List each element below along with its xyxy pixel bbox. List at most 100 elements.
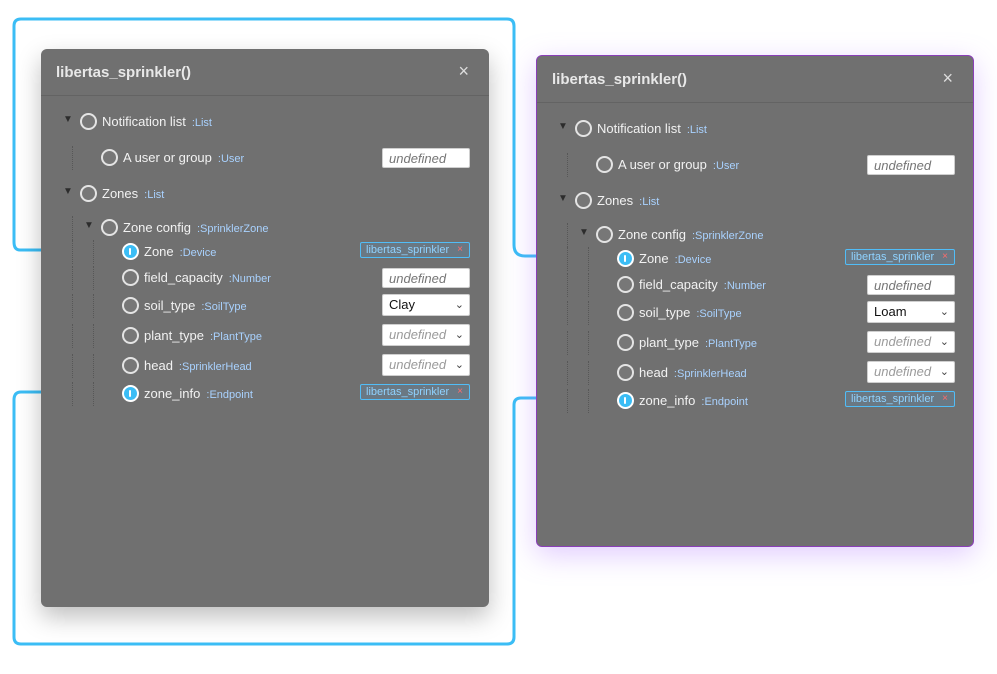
input-port[interactable] bbox=[122, 269, 139, 286]
device-chip[interactable]: libertas_sprinkler × bbox=[360, 242, 470, 258]
tree-guide bbox=[567, 389, 568, 413]
collapse-arrow-icon[interactable]: ▼ bbox=[63, 114, 73, 125]
input-port[interactable] bbox=[122, 357, 139, 374]
collapse-arrow-icon[interactable]: ▼ bbox=[63, 186, 73, 197]
remove-icon[interactable]: × bbox=[942, 392, 948, 406]
plant-type-select[interactable]: undefined ⌄ bbox=[382, 324, 470, 346]
type-label: :Device bbox=[674, 254, 712, 266]
tree-guide bbox=[72, 216, 73, 240]
close-icon[interactable]: × bbox=[942, 69, 953, 87]
input-port[interactable] bbox=[617, 334, 634, 351]
collapse-arrow-icon[interactable]: ▼ bbox=[579, 227, 589, 238]
type-label: :SprinklerHead bbox=[178, 361, 252, 373]
row-soil-type: soil_type:SoilType Clay ⌄ bbox=[41, 294, 489, 318]
row-zones: ▼ Zones:List bbox=[41, 182, 489, 206]
node-title: libertas_sprinkler() bbox=[552, 71, 688, 88]
type-label: :PlantType bbox=[210, 331, 262, 343]
input-port[interactable] bbox=[575, 120, 592, 137]
param-label: Notification list:List bbox=[597, 121, 707, 136]
remove-icon[interactable]: × bbox=[457, 385, 463, 399]
tree-guide bbox=[567, 273, 568, 297]
param-label: Zone config:SprinklerZone bbox=[123, 220, 269, 235]
row-notification-list: ▼ Notification list:List bbox=[537, 117, 973, 141]
soil-type-select[interactable]: Loam ⌄ bbox=[867, 301, 955, 323]
collapse-arrow-icon[interactable]: ▼ bbox=[84, 220, 94, 231]
row-head: head:SprinklerHead undefined ⌄ bbox=[41, 354, 489, 378]
endpoint-chip[interactable]: libertas_sprinkler × bbox=[360, 384, 470, 400]
row-head: head:SprinklerHead undefined ⌄ bbox=[537, 361, 973, 385]
input-port-connected[interactable] bbox=[122, 243, 139, 260]
endpoint-chip[interactable]: libertas_sprinkler × bbox=[845, 391, 955, 407]
head-select[interactable]: undefined ⌄ bbox=[867, 361, 955, 383]
input-port[interactable] bbox=[575, 192, 592, 209]
type-label: :Number bbox=[723, 280, 766, 292]
param-label: plant_type:PlantType bbox=[144, 328, 262, 343]
param-label: head:SprinklerHead bbox=[144, 358, 252, 373]
tree-guide bbox=[93, 266, 94, 290]
input-port[interactable] bbox=[596, 156, 613, 173]
remove-icon[interactable]: × bbox=[457, 243, 463, 257]
tree-guide bbox=[72, 294, 73, 318]
input-port[interactable] bbox=[80, 185, 97, 202]
chevron-down-icon: ⌄ bbox=[454, 329, 464, 341]
plant-type-select[interactable]: undefined ⌄ bbox=[867, 331, 955, 353]
input-port[interactable] bbox=[101, 219, 118, 236]
input-port[interactable] bbox=[617, 364, 634, 381]
row-zone-config: ▼ Zone config:SprinklerZone bbox=[537, 223, 973, 247]
tree-guide bbox=[72, 146, 73, 170]
tree-guide bbox=[588, 247, 589, 271]
type-label: :Device bbox=[179, 247, 217, 259]
input-port-connected[interactable] bbox=[617, 250, 634, 267]
param-label: Zone:Device bbox=[144, 244, 217, 259]
param-label: A user or group:User bbox=[618, 157, 740, 172]
soil-type-select[interactable]: Clay ⌄ bbox=[382, 294, 470, 316]
param-label: zone_info:Endpoint bbox=[639, 393, 748, 408]
type-label: :SprinklerZone bbox=[196, 223, 269, 235]
input-port-connected[interactable] bbox=[617, 392, 634, 409]
input-port[interactable] bbox=[617, 276, 634, 293]
input-port[interactable] bbox=[80, 113, 97, 130]
input-port[interactable] bbox=[122, 297, 139, 314]
type-label: :User bbox=[712, 160, 740, 172]
row-plant-type: plant_type:PlantType undefined ⌄ bbox=[537, 331, 973, 355]
row-user: A user or group:User bbox=[41, 146, 489, 170]
chevron-down-icon: ⌄ bbox=[454, 359, 464, 371]
input-port[interactable] bbox=[122, 327, 139, 344]
type-label: :SoilType bbox=[201, 301, 247, 313]
input-port-connected[interactable] bbox=[122, 385, 139, 402]
device-chip[interactable]: libertas_sprinkler × bbox=[845, 249, 955, 265]
user-input[interactable] bbox=[867, 155, 955, 175]
input-port[interactable] bbox=[596, 226, 613, 243]
tree-guide bbox=[72, 240, 73, 264]
tree-guide bbox=[93, 240, 94, 264]
type-label: :PlantType bbox=[705, 338, 757, 350]
param-label: field_capacity:Number bbox=[639, 277, 766, 292]
node-header[interactable]: libertas_sprinkler() × bbox=[41, 49, 489, 96]
param-label: Notification list:List bbox=[102, 114, 212, 129]
node-title: libertas_sprinkler() bbox=[56, 64, 192, 81]
input-port[interactable] bbox=[101, 149, 118, 166]
row-field-capacity: field_capacity:Number bbox=[537, 273, 973, 297]
sprinkler-node-2[interactable]: libertas_sprinkler() × ▼ Notification li… bbox=[536, 55, 974, 547]
input-port[interactable] bbox=[617, 304, 634, 321]
remove-icon[interactable]: × bbox=[942, 250, 948, 264]
tree-guide bbox=[567, 247, 568, 271]
tree-guide bbox=[72, 324, 73, 348]
node-header[interactable]: libertas_sprinkler() × bbox=[537, 56, 973, 103]
tree-guide bbox=[588, 331, 589, 355]
field-capacity-input[interactable] bbox=[867, 275, 955, 295]
row-zone: Zone:Device libertas_sprinkler × bbox=[41, 240, 489, 264]
chevron-down-icon: ⌄ bbox=[939, 306, 949, 318]
chevron-down-icon: ⌄ bbox=[939, 336, 949, 348]
collapse-arrow-icon[interactable]: ▼ bbox=[558, 193, 568, 204]
field-capacity-input[interactable] bbox=[382, 268, 470, 288]
sprinkler-node-1[interactable]: libertas_sprinkler() × ▼ Notification li… bbox=[41, 49, 489, 607]
param-label: Zone config:SprinklerZone bbox=[618, 227, 764, 242]
tree-guide bbox=[93, 382, 94, 406]
tree-guide bbox=[93, 354, 94, 378]
row-soil-type: soil_type:SoilType Loam ⌄ bbox=[537, 301, 973, 325]
close-icon[interactable]: × bbox=[458, 62, 469, 80]
head-select[interactable]: undefined ⌄ bbox=[382, 354, 470, 376]
collapse-arrow-icon[interactable]: ▼ bbox=[558, 121, 568, 132]
user-input[interactable] bbox=[382, 148, 470, 168]
